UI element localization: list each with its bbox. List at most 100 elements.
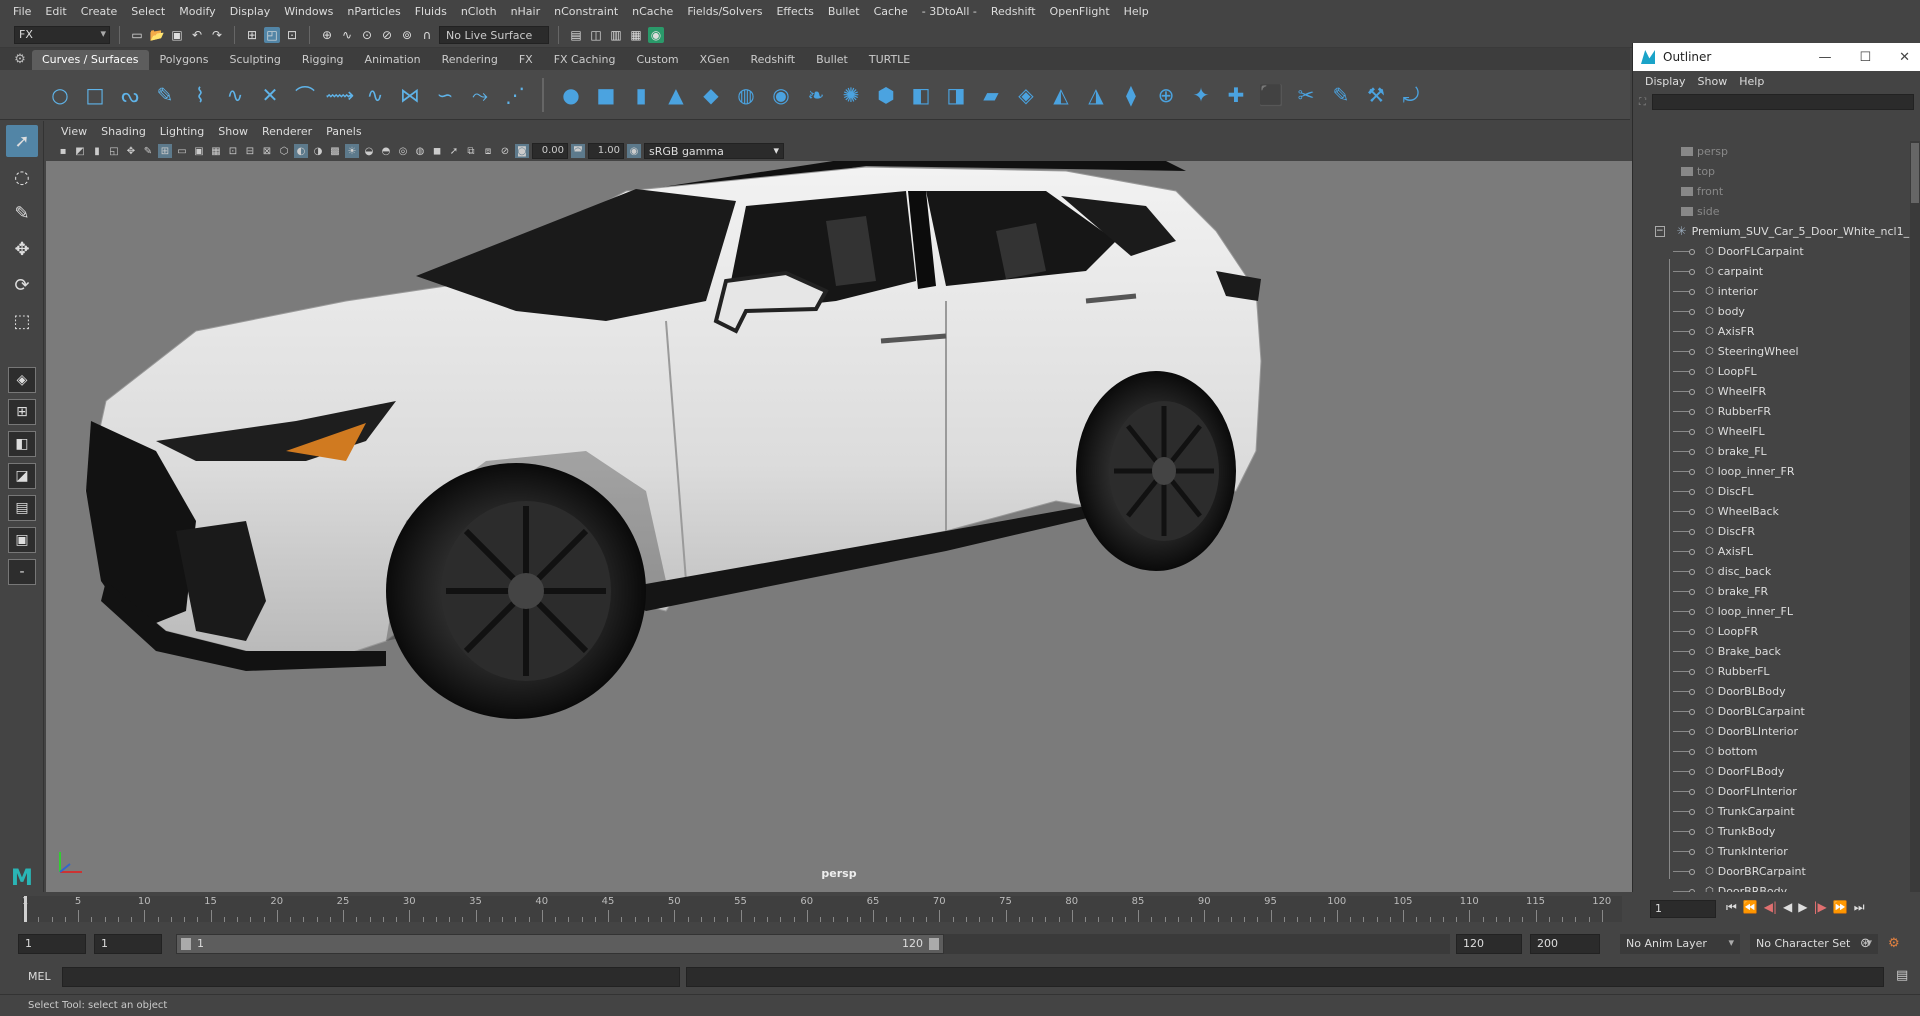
- resolution-gate-icon[interactable]: ▣: [192, 144, 206, 158]
- pipe-icon[interactable]: ◉: [767, 81, 795, 109]
- boolean-icon[interactable]: ⊕: [1152, 81, 1180, 109]
- save-scene-icon[interactable]: ▣: [169, 27, 185, 43]
- character-set-dropdown[interactable]: No Character Set: [1750, 934, 1878, 954]
- outliner-mesh-row[interactable]: ⬡ disc_back: [1633, 561, 1911, 581]
- fillet-icon[interactable]: ∽: [431, 81, 459, 109]
- open-scene-icon[interactable]: 📂: [149, 27, 165, 43]
- menu-item[interactable]: Help: [1117, 5, 1156, 18]
- outliner-scrollbar[interactable]: [1910, 141, 1920, 892]
- soccer-ball-icon[interactable]: ⬢: [872, 81, 900, 109]
- playback-end-field[interactable]: 120: [1456, 934, 1522, 954]
- script-language-label[interactable]: MEL: [28, 970, 51, 983]
- shelf-tab[interactable]: XGen: [690, 50, 740, 70]
- single-view-layout-icon[interactable]: ◈: [8, 367, 36, 393]
- outliner-menu-item[interactable]: Display: [1639, 75, 1692, 88]
- textured-icon[interactable]: ▩: [328, 144, 342, 158]
- outliner-mesh-row[interactable]: ⬡ DiscFR: [1633, 521, 1911, 541]
- attach-curve-icon[interactable]: ✕: [256, 81, 284, 109]
- pencil-curve-icon[interactable]: ✎: [151, 81, 179, 109]
- shelf-tab[interactable]: Rigging: [292, 50, 354, 70]
- viewport-menu-item[interactable]: Panels: [319, 125, 368, 138]
- ipr-render-icon[interactable]: ▥: [608, 27, 624, 43]
- gear-icon[interactable]: ✺: [837, 81, 865, 109]
- gamma-field[interactable]: 1.00: [588, 143, 624, 159]
- snap-view-icon[interactable]: ⊘: [379, 27, 395, 43]
- menu-item[interactable]: Bullet: [821, 5, 867, 18]
- safe-title-icon[interactable]: ⊠: [260, 144, 274, 158]
- hypershade-layout-icon[interactable]: ▣: [8, 527, 36, 553]
- menu-item[interactable]: Effects: [769, 5, 820, 18]
- cone-icon[interactable]: ▲: [662, 81, 690, 109]
- shelf-tab[interactable]: Redshift: [740, 50, 805, 70]
- snap-point-icon[interactable]: ⊙: [359, 27, 375, 43]
- shelf-settings-icon[interactable]: ⚙: [8, 48, 32, 70]
- outliner-mesh-row[interactable]: ⬡ carpaint: [1633, 261, 1911, 281]
- xray-icon[interactable]: ➚: [447, 144, 461, 158]
- maximize-icon[interactable]: ☐: [1859, 50, 1871, 65]
- render-view-icon[interactable]: ▦: [628, 27, 644, 43]
- shelf-tab[interactable]: Custom: [627, 50, 689, 70]
- exposure-icon[interactable]: ◙: [515, 144, 529, 158]
- extrude-icon[interactable]: ◧: [907, 81, 935, 109]
- wireframe-on-shaded-icon[interactable]: ◑: [311, 144, 325, 158]
- backface-icon[interactable]: ⊘: [498, 144, 512, 158]
- outliner-mesh-row[interactable]: ⬡ Brake_back: [1633, 641, 1911, 661]
- snap-surface-icon[interactable]: ⊚: [399, 27, 415, 43]
- step-back-key-icon[interactable]: ⏪: [1743, 900, 1758, 915]
- shelf-tab[interactable]: FX: [509, 50, 543, 70]
- lasso-tool-icon[interactable]: ◌: [6, 161, 38, 193]
- aa-icon[interactable]: ◎: [396, 144, 410, 158]
- smooth-icon[interactable]: ✦: [1187, 81, 1215, 109]
- scale-tool-icon[interactable]: ⬚: [6, 305, 38, 337]
- outliner-mesh-row[interactable]: ⬡ TrunkBody: [1633, 821, 1911, 841]
- exposure-field[interactable]: 0.00: [532, 143, 568, 159]
- menu-item[interactable]: nConstraint: [547, 5, 625, 18]
- extend-curve-icon[interactable]: ⤳: [466, 81, 494, 109]
- plane-icon[interactable]: ◆: [697, 81, 725, 109]
- outliner-mesh-row[interactable]: ⬡ DoorFLInterior: [1633, 781, 1911, 801]
- menu-item[interactable]: Windows: [277, 5, 340, 18]
- shelf-tab[interactable]: Bullet: [806, 50, 858, 70]
- outliner-mesh-row[interactable]: ⬡ interior: [1633, 281, 1911, 301]
- color-management-icon[interactable]: ◉: [627, 144, 641, 158]
- scene-start-field[interactable]: 1: [18, 934, 86, 954]
- menu-item[interactable]: Cache: [867, 5, 915, 18]
- range-handle-left[interactable]: [181, 938, 191, 950]
- bezier-icon[interactable]: ∿: [221, 81, 249, 109]
- select-component-icon[interactable]: ⊡: [284, 27, 300, 43]
- outliner-mesh-row[interactable]: ⬡ RubberFR: [1633, 401, 1911, 421]
- menu-item[interactable]: nCache: [625, 5, 680, 18]
- viewport-menu-item[interactable]: View: [54, 125, 94, 138]
- image-plane-icon[interactable]: ◱: [107, 144, 121, 158]
- range-handle-right[interactable]: [929, 938, 939, 950]
- menu-item[interactable]: nParticles: [340, 5, 407, 18]
- select-hierarchy-icon[interactable]: ⊞: [244, 27, 260, 43]
- minimize-icon[interactable]: —: [1818, 50, 1831, 65]
- bridge-icon[interactable]: ▰: [977, 81, 1005, 109]
- outliner-camera-row[interactable]: top: [1633, 161, 1911, 181]
- square-icon[interactable]: □: [81, 81, 109, 109]
- outliner-group-row[interactable]: − ✳ Premium_SUV_Car_5_Door_White_ncl1_1: [1633, 221, 1911, 241]
- shelf-tab[interactable]: FX Caching: [544, 50, 626, 70]
- outliner-mesh-row[interactable]: ⬡ WheelFR: [1633, 381, 1911, 401]
- menu-item[interactable]: - 3DtoAll -: [915, 5, 984, 18]
- outliner-mesh-row[interactable]: ⬡ LoopFL: [1633, 361, 1911, 381]
- side-by-side-layout-icon[interactable]: ◧: [8, 431, 36, 457]
- film-gate-icon[interactable]: ▭: [175, 144, 189, 158]
- outliner-mesh-row[interactable]: ⬡ DoorFLCarpaint: [1633, 241, 1911, 261]
- outliner-mesh-row[interactable]: ⬡ AxisFR: [1633, 321, 1911, 341]
- viewport-menu-item[interactable]: Renderer: [255, 125, 319, 138]
- paint-select-icon[interactable]: ✎: [6, 197, 38, 229]
- perspective-viewport[interactable]: persp: [46, 161, 1632, 892]
- play-backward-icon[interactable]: ◀: [1783, 900, 1792, 915]
- graph-persp-layout-icon[interactable]: ▤: [8, 495, 36, 521]
- bend-icon[interactable]: ⤾: [1397, 81, 1425, 109]
- outliner-menu-item[interactable]: Show: [1692, 75, 1734, 88]
- rotate-tool-icon[interactable]: ⟳: [6, 269, 38, 301]
- menu-item[interactable]: Create: [74, 5, 125, 18]
- cleanup-icon[interactable]: ⬛: [1257, 81, 1285, 109]
- new-scene-icon[interactable]: ▭: [129, 27, 145, 43]
- current-frame-field[interactable]: 1: [1650, 900, 1716, 918]
- live-surface-field[interactable]: No Live Surface: [439, 25, 549, 44]
- snap-magnet-icon[interactable]: ∩: [419, 27, 435, 43]
